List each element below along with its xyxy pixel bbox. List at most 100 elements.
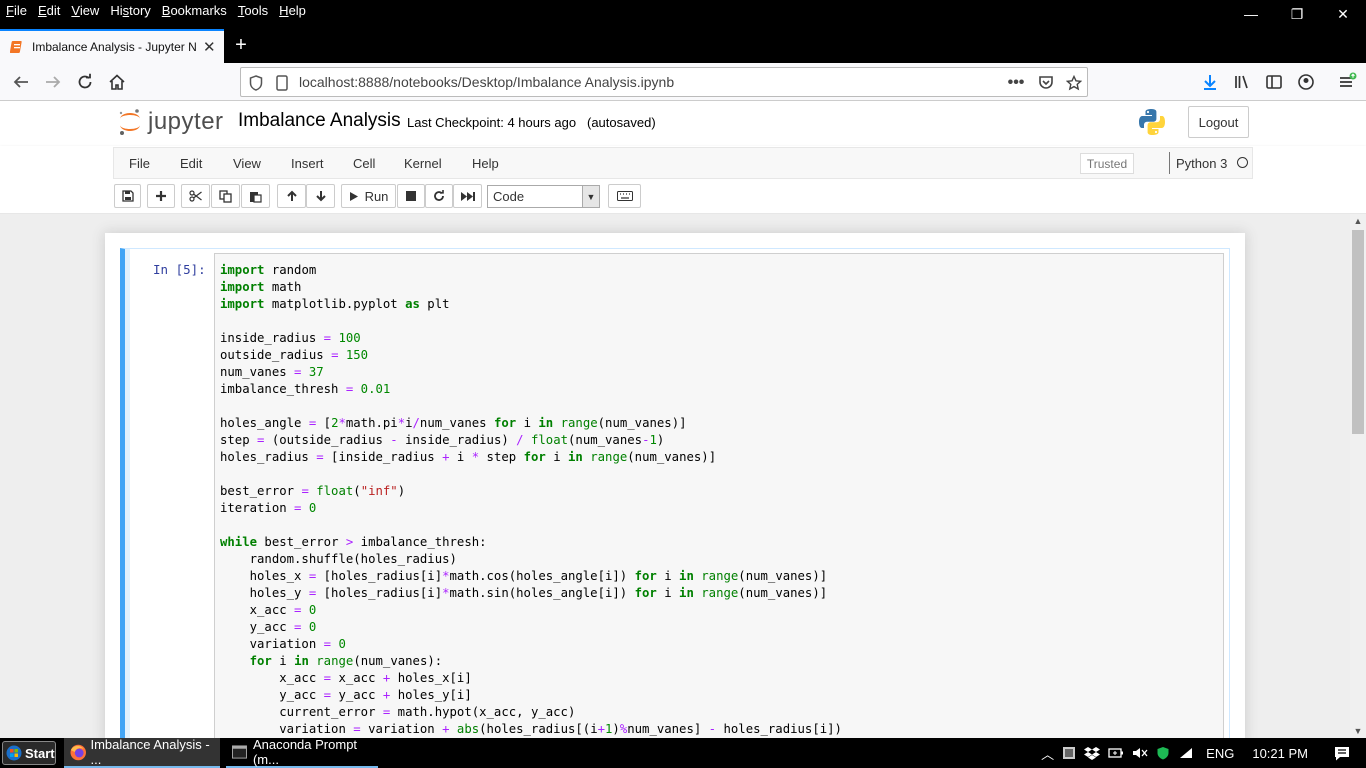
terminal-icon — [232, 745, 247, 759]
library-button[interactable] — [1229, 69, 1255, 95]
browser-menu-edit[interactable]: Edit — [32, 3, 65, 18]
code-line: x_acc = 0 — [220, 603, 317, 617]
tray-expand-icon[interactable]: ︿ — [1041, 744, 1054, 763]
browser-menu-history[interactable]: History — [104, 3, 155, 18]
browser-menu-file[interactable]: File — [0, 3, 32, 18]
browser-tab-active[interactable]: Imbalance Analysis - Jupyter N ✕ — [0, 29, 224, 63]
copy-icon — [219, 189, 232, 203]
browser-menu-bookmarks[interactable]: Bookmarks — [156, 3, 232, 18]
cut-cells-button[interactable] — [181, 184, 210, 208]
browser-menu-view[interactable]: View — [65, 3, 104, 18]
power-icon[interactable] — [1108, 747, 1124, 759]
arrow-up-icon — [286, 190, 297, 201]
autosave-status: (autosaved) — [587, 115, 656, 130]
sidebar-button[interactable] — [1261, 69, 1287, 95]
plus-icon — [156, 191, 166, 201]
input-language[interactable]: ENG — [1206, 746, 1234, 761]
code-line: inside_radius = 100 — [220, 331, 361, 345]
tab-close-icon[interactable]: ✕ — [203, 38, 216, 56]
volume-muted-icon[interactable] — [1132, 746, 1148, 760]
code-line: random.shuffle(holes_radius) — [220, 552, 457, 566]
jmenu-help[interactable]: Help — [472, 156, 499, 171]
run-button[interactable]: Run — [341, 184, 396, 208]
downloads-button[interactable] — [1197, 69, 1223, 95]
start-label: Start — [25, 745, 55, 761]
app-menu-button[interactable] — [1334, 69, 1360, 95]
input-prompt: In [5]: — [153, 262, 206, 277]
page-actions-icon[interactable]: ••• — [1005, 72, 1027, 94]
dropbox-icon[interactable] — [1084, 746, 1101, 760]
download-arrow-icon — [1204, 75, 1216, 90]
code-line: variation = variation + abs(holes_radius… — [220, 722, 842, 736]
taskbar-item-anaconda[interactable]: Anaconda Prompt (m... — [226, 737, 378, 768]
logout-button[interactable]: Logout — [1188, 106, 1249, 138]
checkpoint-status: Last Checkpoint: 4 hours ago — [407, 115, 577, 130]
browser-menu-help[interactable]: Help — [273, 3, 311, 18]
jmenu-cell[interactable]: Cell — [353, 156, 375, 171]
wifi-icon[interactable] — [1178, 746, 1194, 760]
account-button[interactable] — [1293, 69, 1319, 95]
trusted-indicator[interactable]: Trusted — [1080, 153, 1134, 174]
code-cell-selected[interactable]: In [5]: import random import math import m… — [120, 248, 1230, 753]
code-editor[interactable]: import random import math import matplotli… — [214, 253, 1224, 753]
taskbar-item-label: Imbalance Analysis - ... — [90, 737, 210, 767]
code-line: y_acc = 0 — [220, 620, 317, 634]
new-tab-button[interactable]: + — [228, 32, 254, 58]
url-text[interactable]: localhost:8888/notebooks/Desktop/Imbalan… — [299, 74, 674, 90]
command-palette-button[interactable] — [608, 184, 641, 208]
browser-menu-bar: File Edit View History Bookmarks Tools H… — [0, 0, 1366, 21]
jupyter-logo[interactable]: jupyter — [118, 107, 224, 137]
back-button[interactable] — [8, 69, 34, 95]
vertical-scrollbar[interactable]: ▲ ▼ — [1350, 214, 1366, 738]
shield-icon[interactable] — [245, 72, 267, 94]
jmenu-insert[interactable]: Insert — [291, 156, 324, 171]
start-button[interactable]: Start — [2, 741, 56, 765]
taskbar-item-firefox[interactable]: Imbalance Analysis - ... — [64, 737, 220, 768]
kernel-name: Python 3 — [1169, 152, 1227, 174]
forward-button[interactable] — [40, 69, 66, 95]
restart-run-all-button[interactable] — [453, 184, 482, 208]
page-info-icon[interactable] — [271, 72, 293, 94]
scrollbar-thumb[interactable] — [1352, 230, 1364, 434]
notifications-icon[interactable] — [1334, 746, 1350, 761]
code-line: import math — [220, 280, 302, 294]
security-icon[interactable] — [1156, 746, 1170, 760]
jmenu-kernel[interactable]: Kernel — [404, 156, 442, 171]
notebook-name[interactable]: Imbalance Analysis — [238, 110, 401, 132]
reload-button[interactable] — [72, 69, 98, 95]
tray-app-icon[interactable] — [1062, 746, 1076, 760]
paste-icon — [250, 191, 262, 203]
home-button[interactable] — [104, 69, 130, 95]
jmenu-file[interactable]: File — [129, 156, 150, 171]
move-cell-up-button[interactable] — [277, 184, 306, 208]
move-cell-down-button[interactable] — [306, 184, 335, 208]
scroll-up-icon[interactable]: ▲ — [1350, 214, 1366, 228]
paste-cells-button[interactable] — [241, 184, 270, 208]
code-content[interactable]: import random import math import matplotli… — [220, 262, 842, 738]
restart-kernel-button[interactable] — [425, 184, 453, 208]
reload-icon — [78, 73, 92, 89]
hamburger-menu-icon — [1340, 72, 1357, 87]
cell-type-select[interactable]: Code ▼ — [487, 185, 600, 208]
code-line: import matplotlib.pyplot as plt — [220, 297, 450, 311]
pocket-icon[interactable] — [1035, 72, 1057, 94]
browser-menu-tools[interactable]: Tools — [232, 3, 273, 18]
code-line: imbalance_thresh = 0.01 — [220, 382, 391, 396]
taskbar: Start Imbalance Analysis - ... Anaconda … — [0, 737, 1366, 768]
address-bar[interactable]: localhost:8888/notebooks/Desktop/Imbalan… — [240, 67, 1088, 97]
insert-cell-below-button[interactable] — [147, 184, 175, 208]
jmenu-view[interactable]: View — [233, 156, 261, 171]
windows-logo-icon — [6, 745, 22, 761]
scroll-down-icon[interactable]: ▼ — [1350, 724, 1366, 738]
clock[interactable]: 10:21 PM — [1252, 746, 1308, 761]
notebook-area: In [5]: import random import math import m… — [0, 214, 1350, 753]
jupyter-menubar: File Edit View Insert Cell Kernel Help T… — [113, 147, 1253, 179]
copy-cells-button[interactable] — [211, 184, 240, 208]
save-button[interactable] — [114, 184, 141, 208]
jmenu-edit[interactable]: Edit — [180, 156, 202, 171]
bookmark-star-icon[interactable] — [1063, 72, 1085, 94]
library-icon — [1235, 75, 1248, 89]
interrupt-kernel-button[interactable] — [397, 184, 425, 208]
